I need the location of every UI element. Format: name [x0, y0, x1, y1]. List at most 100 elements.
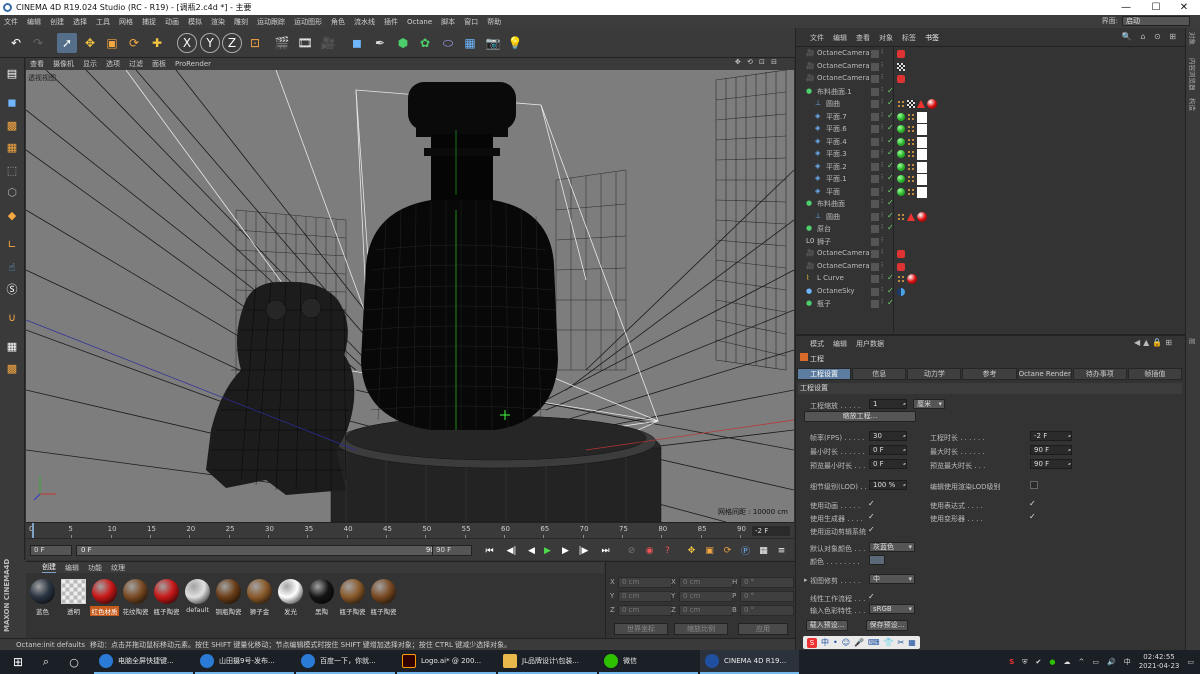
object-row[interactable]: ⊥ 圆曲 ⁝ ✓ [796, 98, 1186, 111]
texture-tag-icon[interactable] [897, 212, 905, 221]
menu-mograph[interactable]: 运动图形 [294, 17, 322, 27]
preview-min-field[interactable]: 0 F [869, 459, 907, 469]
object-row[interactable]: ● 原台 ⁝ ✓ [796, 223, 1186, 236]
layer-color-box[interactable] [871, 125, 879, 133]
texture-tag-icon[interactable] [907, 137, 915, 146]
object-row[interactable]: 🎥 OctaneCamera ⁝ [796, 261, 1186, 274]
tab-dynamics[interactable]: 动力学 [907, 368, 962, 380]
tab-project-settings[interactable]: 工程设置 [797, 368, 852, 380]
visibility-dots[interactable]: ⁝ [881, 148, 883, 156]
key-parameter-icon[interactable]: Ⓟ [738, 543, 753, 558]
preview-range-slider[interactable]: 0 F 90 F [76, 545, 446, 556]
taskbar-app-button[interactable]: 电脑全屏快捷键... [94, 650, 193, 674]
make-editable-icon[interactable]: ▤ [2, 63, 22, 83]
checker-material-tag-icon[interactable] [907, 100, 915, 108]
snap-icon[interactable]: Ⓢ [2, 279, 22, 299]
previous-key-icon[interactable]: ◀| [504, 543, 519, 558]
octane-camera-tag-icon[interactable] [897, 250, 905, 258]
layer-color-box[interactable] [871, 262, 879, 271]
object-row[interactable]: ⌇ L Curve ⁝ ✓ [796, 273, 1186, 286]
object-row[interactable]: ◈ 平面.6 ⁝ ✓ [796, 123, 1186, 136]
layer-color-box[interactable] [871, 100, 879, 108]
viewport-menu-prorender[interactable]: ProRender [175, 60, 211, 68]
layer-color-box[interactable] [871, 175, 879, 183]
white-material-tag-icon[interactable] [917, 174, 927, 185]
fps-field[interactable]: 30 [869, 431, 907, 441]
material-swatch[interactable]: 瓶子陶瓷 [152, 579, 181, 616]
layer-color-box[interactable] [871, 237, 879, 246]
project-scale-field[interactable]: 1 [869, 399, 907, 409]
tweak-mode-icon[interactable]: ☝ [2, 257, 22, 277]
coord-apply-button[interactable]: 应用 [738, 623, 788, 635]
visibility-dots[interactable]: ⁝ [881, 236, 883, 244]
material-swatch[interactable]: 红色材质 [90, 579, 119, 616]
visibility-dots[interactable]: ⁝ [881, 61, 883, 69]
tab-interpolation[interactable]: 帧插值 [1127, 368, 1182, 380]
viewport-menu-display[interactable]: 显示 [83, 59, 97, 69]
live-selection-icon[interactable]: ➚ [57, 33, 77, 53]
taskbar-app-button[interactable]: 百度一下，你就... [296, 650, 395, 674]
layer-color-box[interactable] [871, 137, 879, 146]
object-row[interactable]: ◈ 平面.7 ⁝ ✓ [796, 111, 1186, 124]
taskbar-app-button[interactable]: CINEMA 4D R19... [700, 650, 799, 674]
record-keys-icon[interactable]: ⊘ [624, 543, 639, 558]
layer-color-box[interactable] [871, 150, 879, 158]
shield-icon[interactable]: ⛨ [1022, 658, 1027, 667]
coord-value-field[interactable]: 0 ° [740, 591, 794, 602]
enabled-check-icon[interactable]: ✓ [887, 223, 894, 232]
attr-menu-userdata[interactable]: 用户数据 [856, 339, 884, 349]
object-row[interactable]: L0 狮子 ⁝ [796, 236, 1186, 249]
texture-tag-icon[interactable] [907, 175, 915, 183]
object-row[interactable]: ● 布料曲面 ⁝ ✓ [796, 198, 1186, 211]
menu-motion-tracking[interactable]: 运动跟踪 [257, 17, 285, 27]
material-menu-edit[interactable]: 编辑 [65, 563, 79, 573]
obj-menu-bookmarks[interactable]: 书签 [925, 33, 939, 43]
tab-info[interactable]: 信息 [852, 368, 907, 380]
visibility-dots[interactable]: ⁝ [881, 248, 883, 256]
taskbar-app-button[interactable]: Logo.ai* @ 200... [397, 650, 496, 674]
tab-octane-render[interactable]: Octane Render [1017, 368, 1072, 380]
layer-color-box[interactable] [871, 187, 879, 196]
clock[interactable]: 02:42:55 2021-04-23 [1139, 653, 1180, 671]
project-scale-unit[interactable]: 厘米 [913, 399, 945, 409]
octane-camera-tag-icon[interactable] [897, 75, 905, 83]
octane-sky-tag-icon[interactable] [897, 287, 905, 296]
layer-color-box[interactable] [871, 300, 879, 308]
menu-help[interactable]: 帮助 [487, 17, 501, 27]
menu-select[interactable]: 选择 [73, 17, 87, 27]
warning-tag-icon[interactable] [917, 100, 925, 108]
enabled-check-icon[interactable]: ✓ [887, 298, 894, 307]
checker-tag-icon[interactable] [897, 62, 905, 71]
visibility-dots[interactable]: ⁝ [881, 73, 883, 81]
taskbar-app-button[interactable]: 微信 [599, 650, 698, 674]
save-preset-button[interactable]: 保存预设... [866, 620, 908, 631]
enabled-check-icon[interactable]: ✓ [887, 173, 894, 182]
texture-tag-icon[interactable] [907, 150, 915, 158]
model-mode-icon[interactable]: ◼ [2, 92, 22, 112]
lod-field[interactable]: 100 % [869, 480, 907, 490]
ime-chinese-mode[interactable]: 中 [821, 637, 829, 648]
visibility-dots[interactable]: ⁝ [881, 186, 883, 194]
coord-size-dropdown[interactable]: 缩放比例 [674, 623, 728, 635]
min-time-field[interactable]: 0 F [869, 445, 907, 455]
points-mode-icon[interactable]: ⬚ [2, 160, 22, 180]
enabled-check-icon[interactable]: ✓ [887, 111, 894, 120]
enabled-check-icon[interactable]: ✓ [887, 198, 894, 207]
mograph-cloner-icon[interactable]: ✿ [415, 33, 435, 53]
menu-animate[interactable]: 动画 [165, 17, 179, 27]
default-color-dropdown[interactable]: 灰蓝色 [869, 542, 915, 552]
cube-icon[interactable]: ◼ [347, 33, 367, 53]
ime-more-icon[interactable]: ▦ [908, 638, 916, 647]
material-swatch[interactable]: 透明 [59, 579, 88, 616]
use-motion-system-checkbox[interactable]: ✓ [868, 525, 875, 534]
side-tab-objects[interactable]: 对象 [1188, 32, 1198, 45]
material-swatch[interactable]: 蓝色 [28, 579, 57, 616]
axis-mode-icon[interactable]: ∟ [2, 234, 22, 254]
menu-tools[interactable]: 工具 [96, 17, 110, 27]
layer-color-box[interactable] [871, 62, 879, 71]
visibility-dots[interactable]: ⁝ [881, 48, 883, 56]
green-material-tag-icon[interactable] [897, 175, 905, 183]
layer-color-box[interactable] [871, 275, 879, 283]
menu-mesh[interactable]: 网格 [119, 17, 133, 27]
deformer-icon[interactable]: ⬭ [438, 33, 458, 53]
